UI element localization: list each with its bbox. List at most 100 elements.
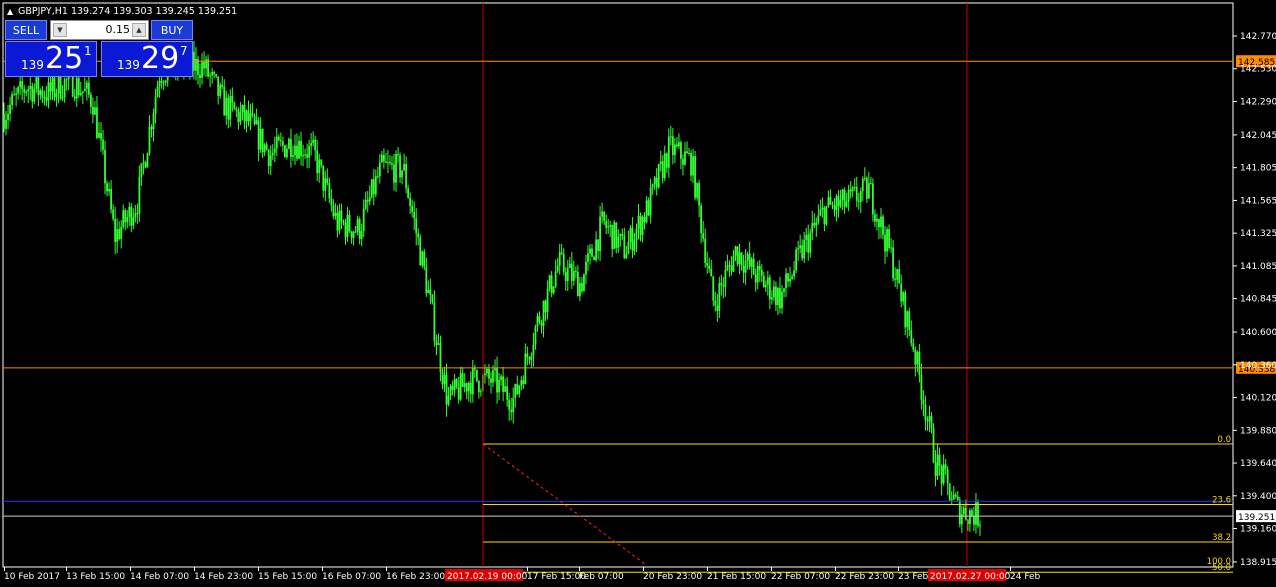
candle xyxy=(710,259,713,277)
candle-body xyxy=(760,269,763,276)
candles-group xyxy=(3,40,981,536)
candle xyxy=(944,458,947,476)
candle-body xyxy=(275,136,278,149)
candle xyxy=(484,364,486,384)
candle xyxy=(201,53,203,85)
candle-body xyxy=(500,376,502,380)
candle-body xyxy=(869,183,872,185)
candle-body xyxy=(566,268,569,282)
candle-body xyxy=(215,74,218,77)
candle-body xyxy=(308,146,311,158)
candle xyxy=(948,483,951,502)
fib-trendline[interactable] xyxy=(482,443,646,565)
candle xyxy=(781,285,783,314)
candle-body xyxy=(49,82,52,92)
candle-body xyxy=(777,288,779,306)
candle xyxy=(47,74,50,109)
candle-body xyxy=(269,155,272,167)
candle xyxy=(267,148,270,174)
candle xyxy=(538,311,541,325)
candle xyxy=(11,91,13,110)
candle-body xyxy=(680,142,682,159)
candle-body xyxy=(110,189,112,210)
candle xyxy=(732,250,735,273)
candle-body xyxy=(678,142,680,147)
buy-button[interactable]: BUY xyxy=(151,20,193,40)
candle xyxy=(75,72,78,107)
candle-body xyxy=(843,189,846,207)
candle-body xyxy=(928,416,931,422)
candle xyxy=(197,55,199,85)
candle xyxy=(880,207,882,239)
candle-body xyxy=(221,84,224,87)
candle xyxy=(138,165,141,222)
candle xyxy=(936,443,939,481)
candle-body xyxy=(900,283,903,302)
candle-body xyxy=(958,499,961,525)
candle-body xyxy=(968,510,971,525)
candle xyxy=(863,167,866,182)
candle-body xyxy=(140,163,143,177)
candle-body xyxy=(716,305,719,311)
candle xyxy=(946,466,949,496)
candle xyxy=(853,178,856,191)
candle-body xyxy=(144,162,147,168)
candle xyxy=(762,271,765,288)
candle-body xyxy=(290,138,292,157)
candle-body xyxy=(15,93,18,96)
candle xyxy=(667,128,670,178)
candle-body xyxy=(249,113,252,122)
candle xyxy=(898,260,901,284)
candle xyxy=(393,153,395,191)
candle xyxy=(98,121,100,139)
candle-body xyxy=(75,78,78,99)
candle xyxy=(744,249,747,285)
sell-button[interactable]: SELL xyxy=(5,20,47,40)
candle-body xyxy=(271,152,274,156)
candle xyxy=(975,493,977,534)
sell-price-button[interactable]: 139 25 1 xyxy=(5,41,97,77)
candle-body xyxy=(158,80,161,86)
buy-price-button[interactable]: 139 29 7 xyxy=(101,41,193,77)
candle-body xyxy=(595,239,597,261)
candle-body xyxy=(562,253,565,273)
candle-body xyxy=(538,316,541,323)
time-tick-label: 17 Feb 15:00 xyxy=(527,572,586,582)
candle-body xyxy=(53,77,56,97)
candle xyxy=(370,178,373,199)
lot-decrease-button[interactable]: ▼ xyxy=(53,23,67,37)
candle xyxy=(700,202,703,244)
candle-body xyxy=(447,395,450,405)
lot-size-input[interactable]: ▼ 0.15 ▲ xyxy=(50,20,149,40)
candle-body xyxy=(861,178,864,192)
candle-body xyxy=(138,176,141,214)
candle xyxy=(156,80,159,98)
candle xyxy=(451,380,454,396)
candle-body xyxy=(849,189,852,192)
candle-body xyxy=(247,110,250,122)
chart-menu-icon[interactable]: ▲ xyxy=(7,7,14,16)
lot-increase-button[interactable]: ▲ xyxy=(132,23,146,37)
candle-body xyxy=(560,252,563,254)
candle-body xyxy=(522,380,525,385)
candle-body xyxy=(352,231,355,238)
candle xyxy=(655,168,658,196)
candle-body xyxy=(876,218,878,222)
candle xyxy=(328,177,331,204)
candle xyxy=(346,207,349,242)
candle xyxy=(322,165,325,198)
candle-body xyxy=(17,87,20,94)
candle-body xyxy=(350,231,353,238)
candle xyxy=(857,192,860,210)
candle xyxy=(443,366,446,392)
candle-body xyxy=(106,183,108,192)
candle xyxy=(217,76,220,105)
candle xyxy=(651,183,654,195)
price-chart[interactable]: 142.585140.338139.251 0.023.638.250.061.… xyxy=(0,0,1276,587)
candle-body xyxy=(649,187,652,216)
candle xyxy=(336,205,339,238)
candle xyxy=(427,280,430,294)
candle-body xyxy=(698,183,701,206)
candle-body xyxy=(752,258,755,275)
candle-body xyxy=(540,322,543,326)
